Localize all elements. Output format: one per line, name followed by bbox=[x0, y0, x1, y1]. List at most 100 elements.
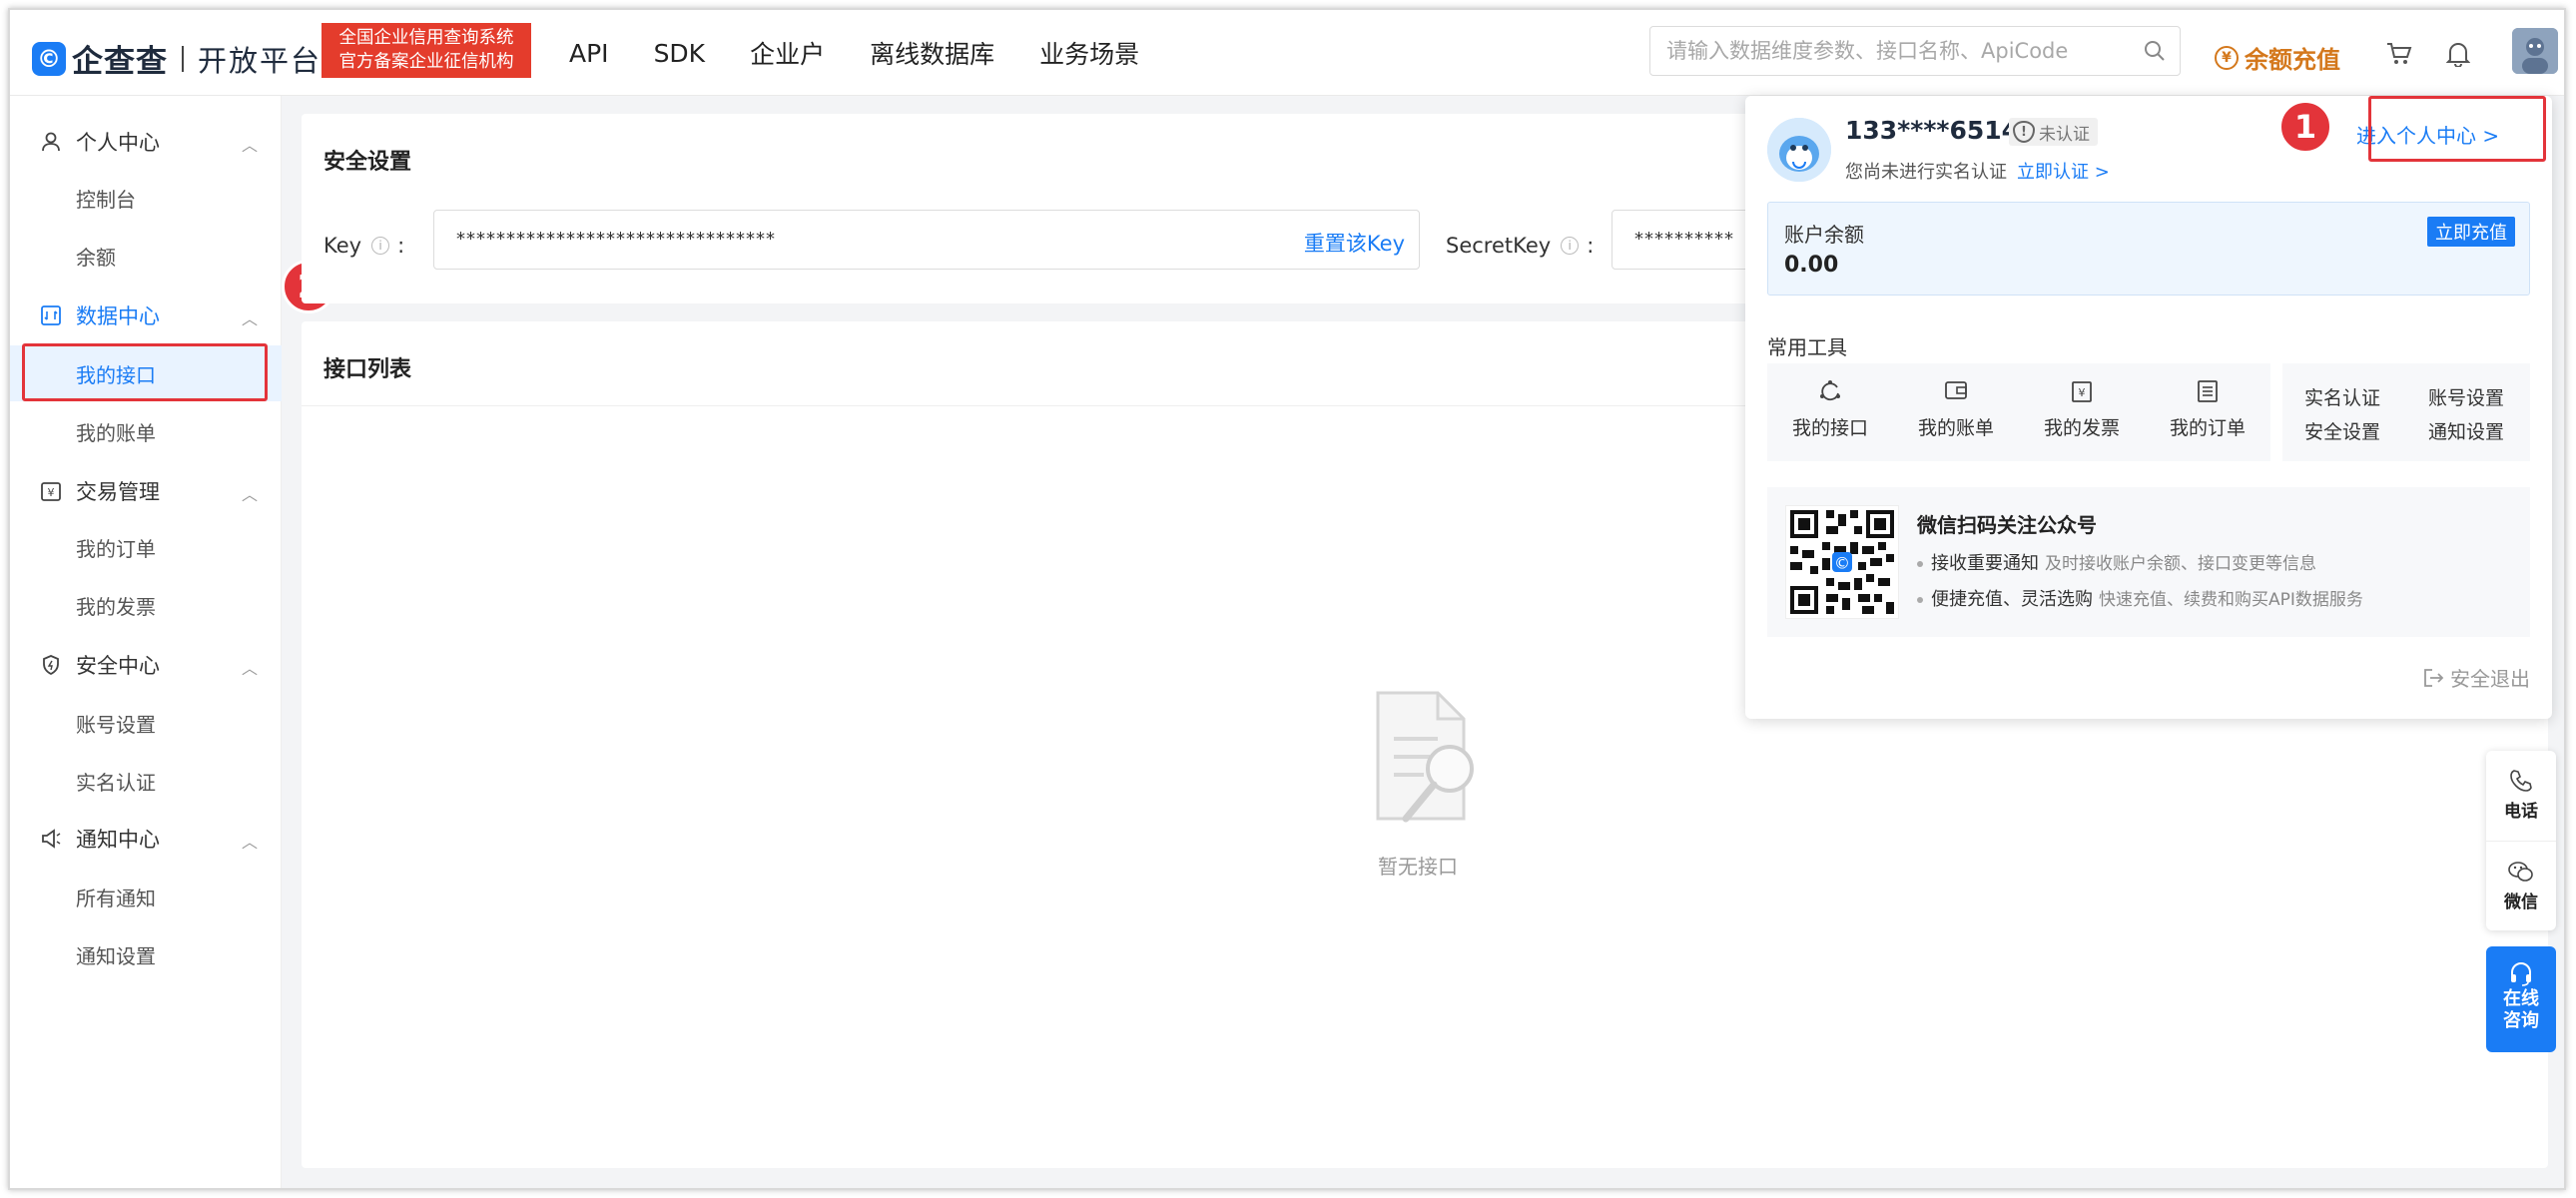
chevron-up-icon: ︿ bbox=[241, 485, 258, 504]
logout-button[interactable]: 安全退出 bbox=[2422, 663, 2530, 692]
verification-status-badge: ! 未认证 bbox=[2009, 118, 2098, 146]
balance-value: 0.00 bbox=[1784, 253, 1839, 278]
search-box bbox=[1649, 26, 2181, 76]
sidebar-item-my-bills[interactable]: 我的账单 bbox=[10, 403, 282, 459]
svg-text:¥: ¥ bbox=[48, 486, 55, 499]
logout-icon bbox=[2422, 668, 2444, 688]
tool-my-orders[interactable]: 我的订单 bbox=[2145, 363, 2270, 461]
sidebar-group-personal[interactable]: 个人中心 ︿ bbox=[10, 114, 282, 170]
reset-key-link[interactable]: 重置该Key bbox=[1304, 228, 1405, 258]
wechat-benefit-2: 便捷充值、灵活选购 快速充值、续费和购买API数据服务 bbox=[1917, 585, 2363, 611]
invoice-icon: ¥ bbox=[2019, 379, 2145, 405]
wechat-title: 微信扫码关注公众号 bbox=[1917, 513, 2097, 537]
bullet-dot bbox=[1917, 561, 1923, 567]
sidebar-item-all-notices[interactable]: 所有通知 bbox=[10, 869, 282, 924]
annotation-highlight-2 bbox=[22, 343, 268, 401]
refresh-icon bbox=[1767, 379, 1893, 405]
benefit-sub: 及时接收账户余额、接口变更等信息 bbox=[2045, 554, 2316, 574]
tool-label: 我的订单 bbox=[2169, 417, 2246, 439]
nav-scenarios[interactable]: 业务场景 bbox=[1039, 35, 1139, 71]
megaphone-icon bbox=[40, 828, 62, 850]
sidebar-group-label: 安全中心 bbox=[76, 654, 160, 678]
float-phone[interactable]: 电话 bbox=[2486, 751, 2556, 841]
secret-key-value: ********** bbox=[1634, 229, 1734, 250]
recharge-now-button[interactable]: 立即充值 bbox=[2427, 217, 2515, 247]
cert-line-2: 官方备案企业征信机构 bbox=[338, 52, 514, 72]
chat-label-1: 在线 bbox=[2503, 988, 2539, 1009]
nav-sdk[interactable]: SDK bbox=[654, 39, 706, 68]
wallet-icon bbox=[1893, 379, 2019, 405]
chevron-up-icon: ︿ bbox=[241, 136, 258, 155]
quick-link-account-settings[interactable]: 账号设置 bbox=[2428, 383, 2504, 410]
user-dropdown-panel: 133****6514 ! 未认证 您尚未进行实名认证 立即认证 > 进入个人中心… bbox=[1745, 96, 2552, 719]
secret-label-text: SecretKey bbox=[1446, 234, 1552, 258]
logo-mark-icon: © bbox=[32, 41, 66, 76]
info-icon[interactable]: i bbox=[1561, 237, 1580, 255]
float-wechat[interactable]: 微信 bbox=[2486, 841, 2556, 930]
bell-icon[interactable] bbox=[2445, 41, 2471, 71]
tool-my-bills[interactable]: 我的账单 bbox=[1893, 363, 2019, 461]
colon: : bbox=[397, 234, 405, 258]
verify-now-link[interactable]: 立即认证 > bbox=[2017, 162, 2110, 183]
info-icon[interactable]: i bbox=[371, 237, 390, 255]
recharge-label: 余额充值 bbox=[2245, 46, 2340, 74]
certification-badge: 全国企业信用查询系统 官方备案企业征信机构 bbox=[322, 23, 531, 78]
quick-link-security-settings[interactable]: 安全设置 bbox=[2304, 417, 2380, 444]
sidebar-item-my-invoices[interactable]: 我的发票 bbox=[10, 577, 282, 633]
key-field: ******************************** 重置该Key bbox=[433, 210, 1420, 270]
sidebar-item-notice-settings[interactable]: 通知设置 bbox=[10, 926, 282, 982]
logout-label: 安全退出 bbox=[2450, 667, 2530, 691]
wechat-icon bbox=[2486, 860, 2556, 888]
key-label-text: Key bbox=[323, 234, 362, 258]
recharge-button[interactable]: ¥ 余额充值 bbox=[2215, 40, 2340, 75]
sidebar-item-account-settings[interactable]: 账号设置 bbox=[10, 695, 282, 751]
logo-divider bbox=[182, 45, 184, 72]
sidebar-group-trade[interactable]: ¥ 交易管理 ︿ bbox=[10, 463, 282, 519]
main-nav: API SDK 企业户 离线数据库 业务场景 bbox=[569, 10, 1184, 96]
balance-label: 账户余额 bbox=[1784, 223, 1864, 247]
bullet-dot bbox=[1917, 597, 1923, 603]
sidebar-group-label: 交易管理 bbox=[76, 480, 160, 504]
tool-my-invoices[interactable]: ¥ 我的发票 bbox=[2019, 363, 2145, 461]
tools-title: 常用工具 bbox=[1767, 335, 1847, 359]
app-window: © 企查查 开放平台 全国企业信用查询系统 官方备案企业征信机构 API SDK… bbox=[8, 8, 2566, 1190]
key-label: Key i : bbox=[323, 234, 404, 258]
chevron-up-icon: ︿ bbox=[241, 309, 258, 328]
tool-label: 我的账单 bbox=[1917, 417, 1994, 439]
nav-api[interactable]: API bbox=[569, 39, 609, 68]
logo[interactable]: © 企查查 开放平台 bbox=[32, 36, 322, 81]
key-value: ******************************** bbox=[456, 229, 776, 250]
search-input[interactable] bbox=[1650, 27, 2110, 75]
online-consult-button[interactable]: 在线 咨询 bbox=[2486, 946, 2556, 1052]
benefit-sub: 快速充值、续费和购买API数据服务 bbox=[2099, 590, 2363, 610]
sidebar-group-data[interactable]: 数据中心 ︿ bbox=[10, 288, 282, 343]
yen-icon: ¥ bbox=[2215, 45, 2239, 70]
empty-document-icon bbox=[1358, 683, 1498, 837]
balance-panel: 账户余额 0.00 立即充值 bbox=[1767, 202, 2530, 296]
sidebar-group-notify[interactable]: 通知中心 ︿ bbox=[10, 811, 282, 867]
nav-offline-db[interactable]: 离线数据库 bbox=[870, 35, 994, 71]
profile-avatar bbox=[1767, 118, 1831, 182]
sidebar-item-realname[interactable]: 实名认证 bbox=[10, 753, 282, 809]
quick-link-realname[interactable]: 实名认证 bbox=[2304, 383, 2380, 410]
sidebar-item-my-orders[interactable]: 我的订单 bbox=[10, 519, 282, 575]
svg-text:¥: ¥ bbox=[2079, 386, 2086, 399]
security-title: 安全设置 bbox=[323, 150, 412, 175]
sidebar-item-dashboard[interactable]: 控制台 bbox=[10, 170, 282, 226]
nav-enterprise[interactable]: 企业户 bbox=[750, 35, 825, 71]
tool-my-apis[interactable]: 我的接口 bbox=[1767, 363, 1893, 461]
search-icon[interactable] bbox=[2144, 40, 2166, 66]
unverified-text: 未认证 bbox=[2039, 124, 2090, 145]
wechat-benefit-1: 接收重要通知 及时接收账户余额、接口变更等信息 bbox=[1917, 549, 2316, 575]
cart-icon[interactable] bbox=[2386, 42, 2412, 70]
svg-text:©: © bbox=[1834, 553, 1850, 572]
quick-link-notice-settings[interactable]: 通知设置 bbox=[2428, 417, 2504, 444]
tools-grid: 我的接口 我的账单 ¥ 我的发票 我的订单 bbox=[1767, 363, 2270, 461]
user-avatar[interactable] bbox=[2512, 28, 2558, 74]
sidebar-group-security[interactable]: 安全中心 ︿ bbox=[10, 637, 282, 693]
sidebar-item-balance[interactable]: 余额 bbox=[10, 228, 282, 284]
verification-tip: 您尚未进行实名认证 立即认证 > bbox=[1845, 158, 2110, 184]
verification-tip-text: 您尚未进行实名认证 bbox=[1845, 162, 2007, 183]
chevron-up-icon: ︿ bbox=[241, 659, 258, 678]
colon: : bbox=[1587, 234, 1595, 258]
